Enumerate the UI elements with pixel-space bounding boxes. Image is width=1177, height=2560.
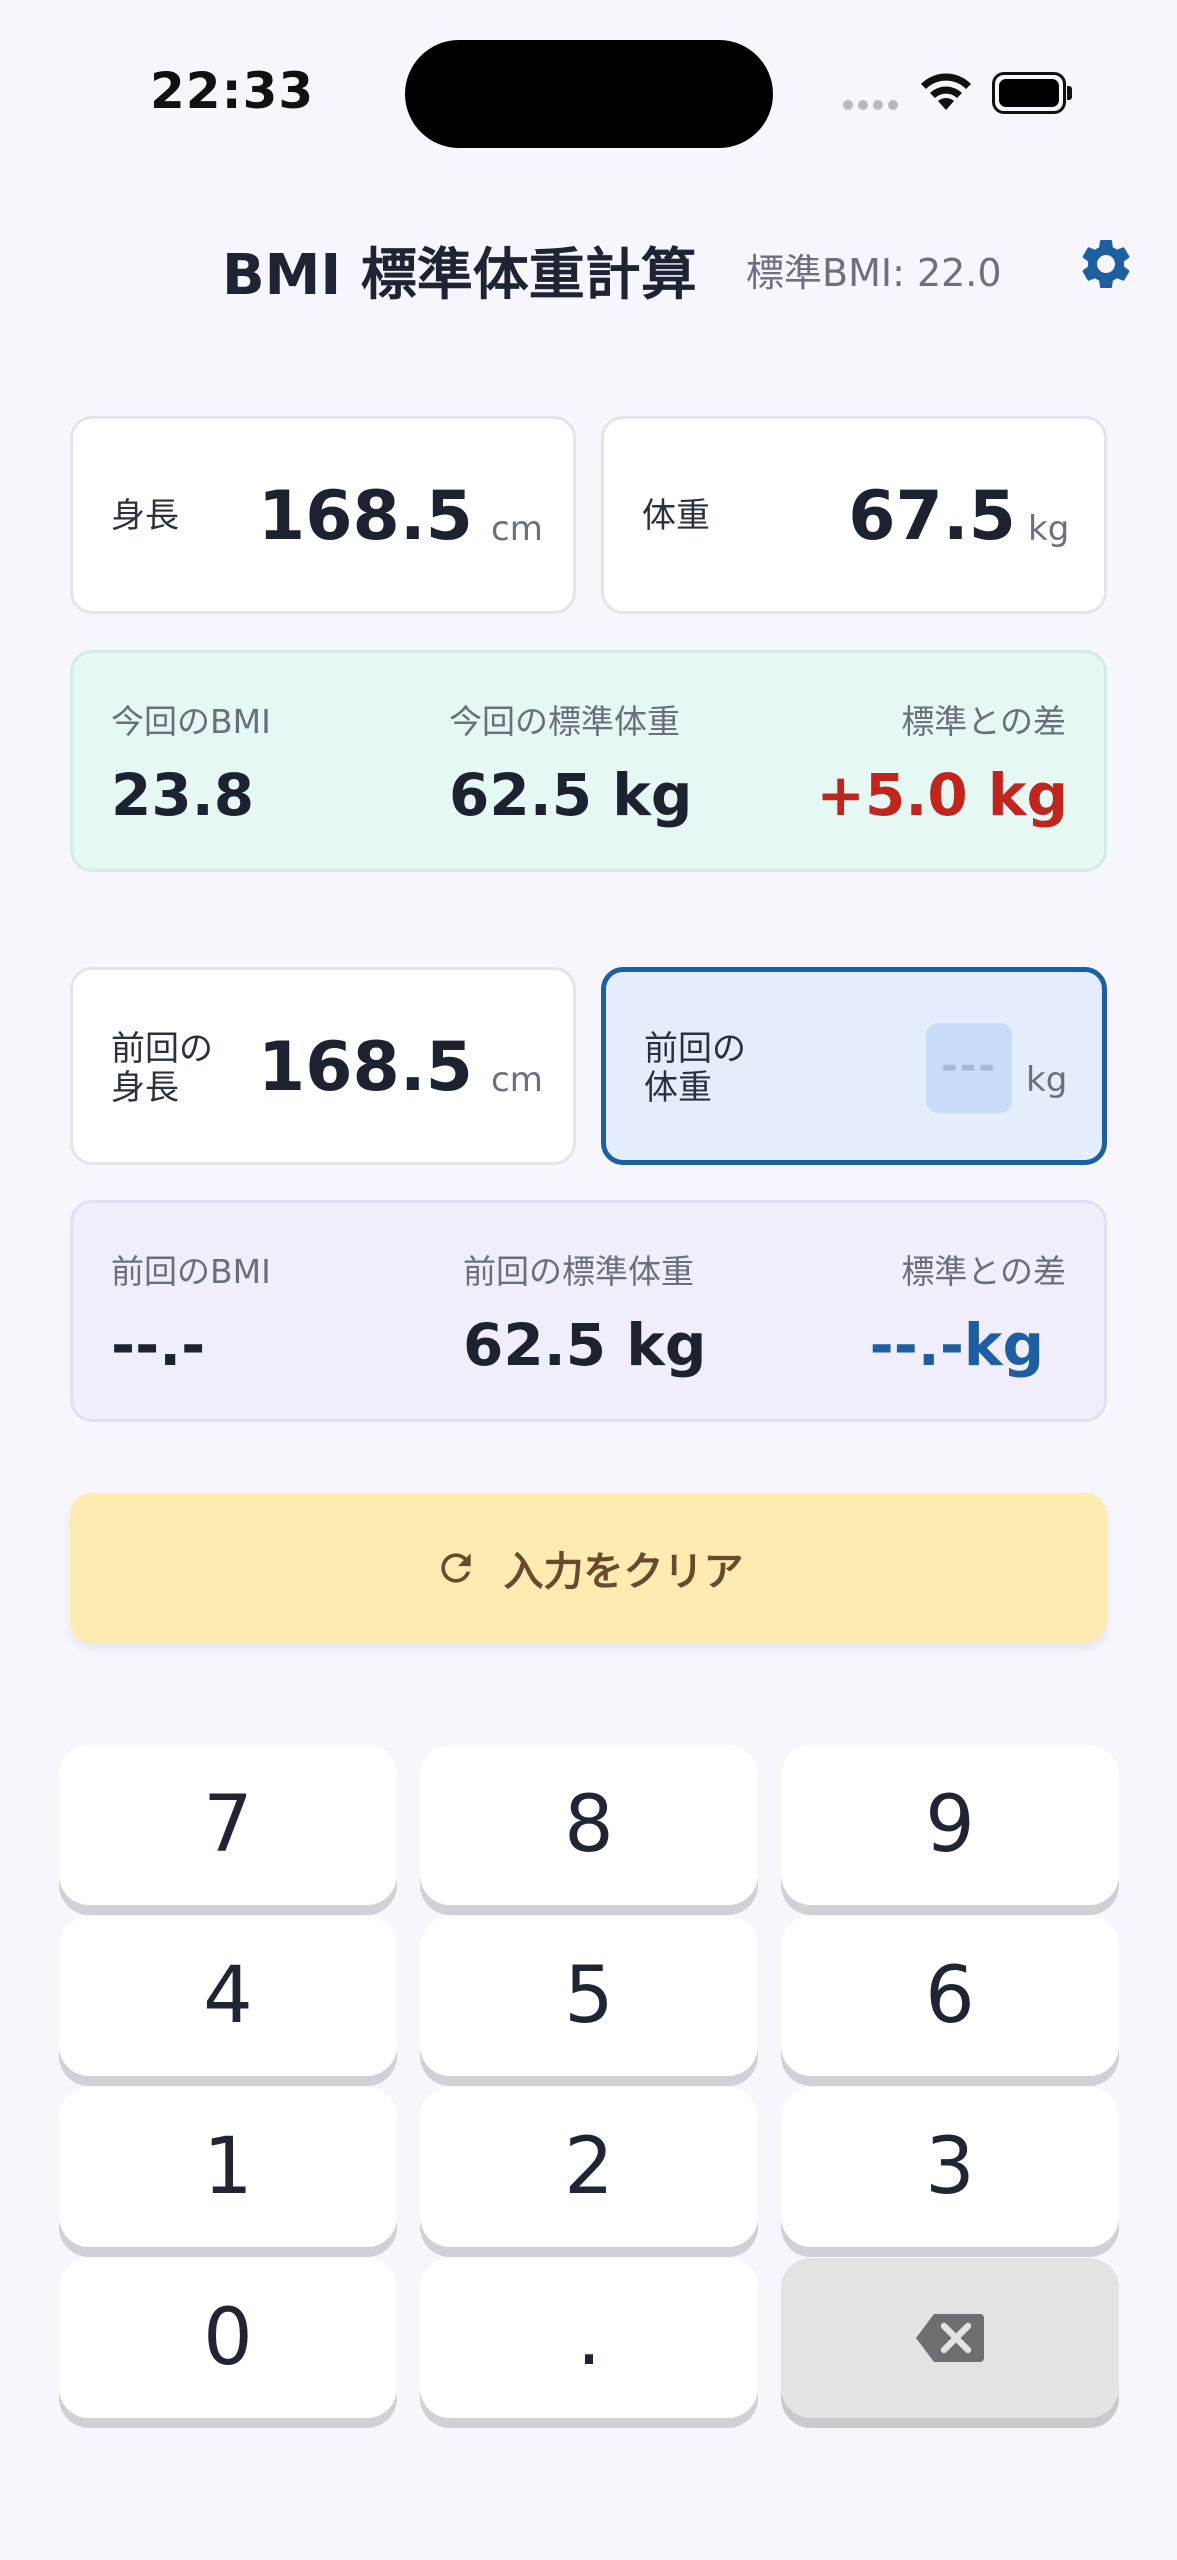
status-time: 22:33 bbox=[150, 62, 315, 120]
wifi-icon bbox=[921, 73, 971, 110]
previous-bmi-value: --.- bbox=[111, 1311, 206, 1379]
previous-diff-value: --.-kg bbox=[869, 1311, 1044, 1379]
previous-bmi-label: 前回のBMI bbox=[111, 1252, 271, 1291]
current-diff-label: 標準との差 bbox=[901, 702, 1066, 741]
previous-std-weight-label: 前回の標準体重 bbox=[463, 1252, 694, 1291]
refresh-icon bbox=[440, 1553, 471, 1583]
height-value: 168.5 bbox=[257, 477, 473, 556]
key-8[interactable]: 8 bbox=[420, 1745, 758, 1905]
current-std-weight-label: 今回の標準体重 bbox=[449, 702, 680, 741]
current-diff-value: +5.0 kg bbox=[816, 761, 1068, 829]
previous-diff-label: 標準との差 bbox=[901, 1252, 1066, 1291]
height-label: 身長 bbox=[111, 496, 179, 536]
app-header: BMI 標準体重計算 標準BMI: 22.0 bbox=[0, 220, 1177, 320]
current-bmi-label: 今回のBMI bbox=[111, 702, 271, 741]
key-3[interactable]: 3 bbox=[781, 2087, 1119, 2247]
delete-key[interactable] bbox=[781, 2258, 1119, 2418]
key-0[interactable]: 0 bbox=[59, 2258, 397, 2418]
gear-icon[interactable] bbox=[1076, 234, 1136, 294]
clear-button-label: 入力をクリア bbox=[503, 1549, 744, 1595]
battery-icon bbox=[992, 72, 1072, 114]
weight-unit: kg bbox=[1028, 509, 1070, 549]
previous-weight-label: 前回の 体重 bbox=[644, 1029, 746, 1109]
current-results-panel: 今回のBMI 23.8 今回の標準体重 62.5 kg 標準との差 +5.0 k… bbox=[70, 650, 1107, 872]
key-7[interactable]: 7 bbox=[59, 1745, 397, 1905]
previous-std-weight-value: 62.5 kg bbox=[463, 1311, 707, 1379]
previous-weight-placeholder: --- bbox=[926, 1023, 1012, 1113]
key-9[interactable]: 9 bbox=[781, 1745, 1119, 1905]
current-bmi-value: 23.8 bbox=[111, 761, 255, 829]
key-2[interactable]: 2 bbox=[420, 2087, 758, 2247]
previous-weight-unit: kg bbox=[1026, 1060, 1068, 1100]
key-4[interactable]: 4 bbox=[59, 1916, 397, 2076]
key-5[interactable]: 5 bbox=[420, 1916, 758, 2076]
previous-weight-input-card[interactable]: 前回の 体重 --- kg bbox=[601, 967, 1107, 1165]
current-std-weight-value: 62.5 kg bbox=[449, 761, 693, 829]
height-unit: cm bbox=[491, 509, 543, 549]
status-bar: 22:33 bbox=[0, 0, 1177, 190]
previous-height-value: 168.5 bbox=[257, 1028, 473, 1107]
previous-results-panel: 前回のBMI --.- 前回の標準体重 62.5 kg 標準との差 --.-kg bbox=[70, 1200, 1107, 1422]
previous-height-unit: cm bbox=[491, 1060, 543, 1100]
dynamic-island bbox=[405, 40, 773, 148]
clear-input-button[interactable]: 入力をクリア bbox=[70, 1493, 1107, 1643]
key-6[interactable]: 6 bbox=[781, 1916, 1119, 2076]
page-title: BMI 標準体重計算 bbox=[222, 243, 697, 308]
backspace-icon bbox=[916, 2314, 984, 2362]
standard-bmi-label: 標準BMI: 22.0 bbox=[746, 251, 1002, 295]
weight-value: 67.5 bbox=[848, 477, 1016, 556]
key-decimal[interactable]: . bbox=[420, 2258, 758, 2418]
height-input-card[interactable]: 身長 168.5 cm bbox=[70, 416, 576, 614]
key-1[interactable]: 1 bbox=[59, 2087, 397, 2247]
cellular-signal-icon bbox=[843, 100, 901, 114]
weight-label: 体重 bbox=[642, 496, 710, 536]
previous-height-input-card[interactable]: 前回の 身長 168.5 cm bbox=[70, 967, 576, 1165]
previous-height-label: 前回の 身長 bbox=[111, 1029, 213, 1109]
weight-input-card[interactable]: 体重 67.5 kg bbox=[601, 416, 1107, 614]
